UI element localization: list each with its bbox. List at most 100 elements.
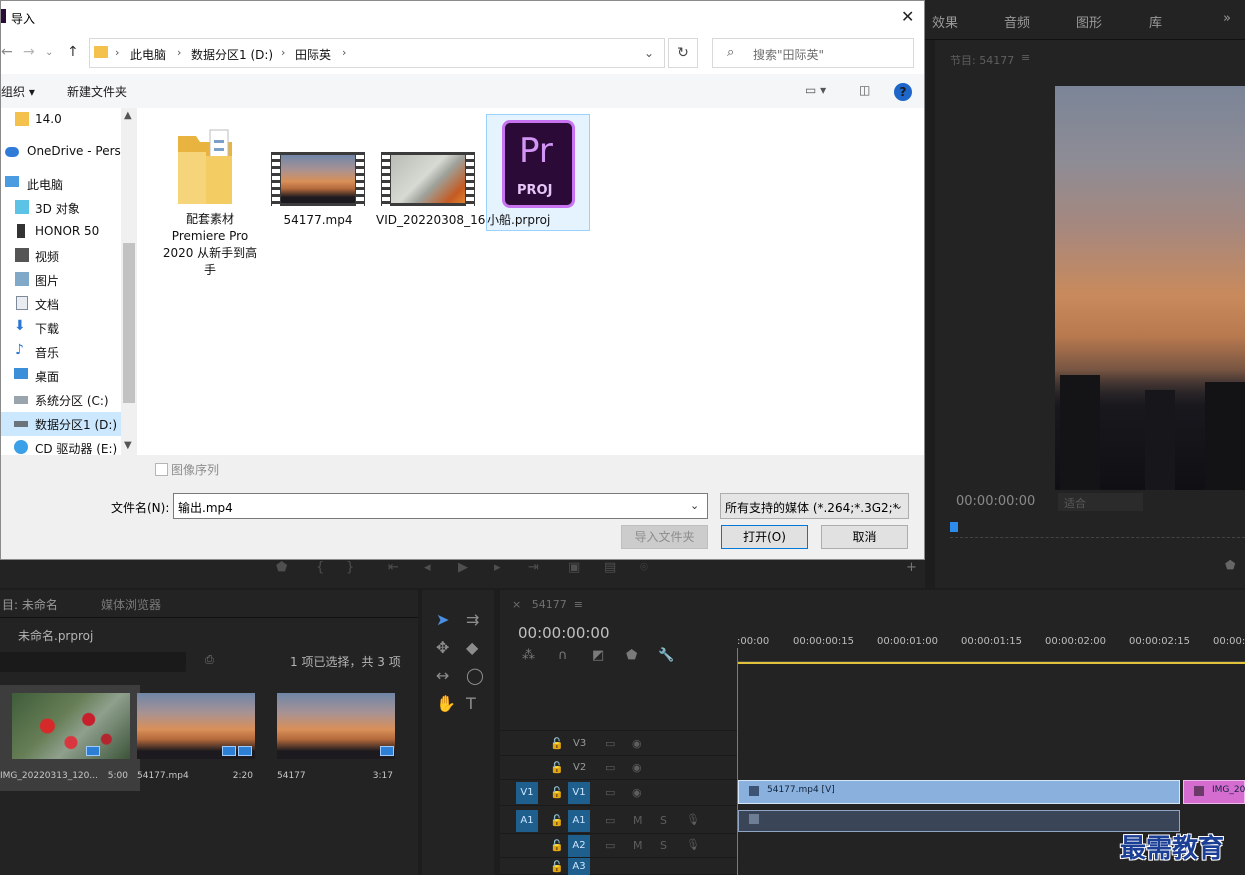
- track-target-a1[interactable]: A1: [568, 810, 590, 832]
- timeline-playhead[interactable]: [737, 648, 738, 875]
- program-timecode[interactable]: 00:00:00:00: [956, 494, 1035, 509]
- eye-icon[interactable]: ◉: [632, 737, 642, 750]
- tab-project[interactable]: 目: 未命名: [2, 596, 58, 613]
- go-to-in-icon[interactable]: ⇤: [388, 560, 399, 575]
- sync-lock-icon[interactable]: ▭: [605, 737, 615, 750]
- marker-icon[interactable]: ⬟: [276, 560, 287, 575]
- lock-icon[interactable]: 🔓: [550, 839, 564, 852]
- work-area-bar[interactable]: [737, 662, 1245, 664]
- refresh-button[interactable]: ↻: [668, 38, 698, 68]
- marker-icon[interactable]: ⬟: [1225, 558, 1235, 572]
- tab-graphics[interactable]: 图形: [1076, 12, 1102, 31]
- pen-icon[interactable]: ◯: [466, 666, 484, 685]
- project-item[interactable]: IMG_20220313_120... 5:00: [0, 685, 140, 791]
- hand-icon[interactable]: ✋: [436, 694, 456, 713]
- track-target-a2[interactable]: A2: [568, 835, 590, 857]
- panel-menu-icon[interactable]: ≡: [1021, 51, 1030, 64]
- file-item-folder[interactable]: 配套素材 Premiere Pro 2020 从新手到高手: [158, 108, 262, 278]
- lock-icon[interactable]: 🔓: [550, 761, 564, 774]
- image-sequence-checkbox[interactable]: [155, 463, 168, 476]
- chevron-down-icon[interactable]: ⌄: [644, 46, 654, 60]
- new-bin-icon[interactable]: ⎙: [205, 653, 214, 667]
- tab-libraries[interactable]: 库: [1149, 12, 1162, 31]
- tab-media-browser[interactable]: 媒体浏览器: [101, 596, 161, 613]
- source-patch-v1[interactable]: V1: [516, 782, 538, 804]
- mute-button[interactable]: M: [633, 814, 643, 827]
- nav-item-downloads[interactable]: ⬇ 下载: [1, 316, 121, 340]
- scroll-down-icon[interactable]: ▼: [124, 440, 132, 451]
- insert-icon[interactable]: ▣: [568, 560, 580, 575]
- nav-item-this-pc[interactable]: 此电脑: [1, 172, 121, 196]
- forward-arrow-icon[interactable]: →: [23, 44, 35, 60]
- close-icon[interactable]: ×: [512, 598, 521, 611]
- scrollbar-thumb[interactable]: [123, 243, 135, 403]
- lock-icon[interactable]: 🔓: [550, 737, 564, 750]
- program-scrub-ruler[interactable]: [950, 526, 1245, 538]
- file-item-video[interactable]: VID_20220308_162915.mp4: [376, 108, 547, 238]
- lock-icon[interactable]: 🔓: [550, 814, 564, 827]
- track-target-a3[interactable]: A3: [568, 858, 590, 875]
- sync-lock-icon[interactable]: ▭: [605, 761, 615, 774]
- sync-lock-icon[interactable]: ▭: [605, 786, 615, 799]
- timeline-timecode[interactable]: 00:00:00:00: [518, 624, 610, 642]
- help-icon[interactable]: ?: [894, 83, 912, 101]
- magnet-icon[interactable]: ∩: [558, 648, 568, 663]
- nav-item-drive-c[interactable]: 系统分区 (C:): [1, 388, 121, 412]
- file-item-prproj[interactable]: Pr PROJ 小船.prproj: [486, 114, 590, 231]
- program-fit-select[interactable]: 适合: [1058, 493, 1143, 511]
- filename-input[interactable]: 输出.mp4: [173, 493, 708, 519]
- go-to-out-icon[interactable]: ⇥: [528, 560, 539, 575]
- lock-icon[interactable]: 🔓: [550, 786, 564, 799]
- program-playhead[interactable]: [950, 522, 958, 532]
- type-tool-icon[interactable]: T: [466, 694, 476, 713]
- eye-icon[interactable]: ◉: [632, 786, 642, 799]
- open-button[interactable]: 打开(O): [721, 525, 808, 549]
- mark-out-icon[interactable]: }: [346, 560, 354, 575]
- nav-scrollbar[interactable]: ▲ ▼: [121, 108, 137, 455]
- chevron-right-icon[interactable]: ›: [177, 46, 181, 59]
- step-back-icon[interactable]: ◂: [424, 560, 431, 575]
- add-button-icon[interactable]: +: [906, 560, 917, 575]
- cancel-button[interactable]: 取消: [821, 525, 908, 549]
- back-arrow-icon[interactable]: ←: [1, 44, 13, 60]
- solo-button[interactable]: S: [660, 814, 667, 827]
- snap-icon[interactable]: ⁂: [522, 648, 535, 663]
- chevron-down-icon[interactable]: ⌄: [894, 499, 903, 512]
- audio-clip[interactable]: [738, 810, 1180, 832]
- more-chevron-icon[interactable]: »: [1223, 11, 1231, 26]
- timeline-ruler[interactable]: :00:00 00:00:00:15 00:00:01:00 00:00:01:…: [737, 630, 1245, 662]
- organize-menu[interactable]: 组织 ▾: [1, 83, 35, 100]
- nav-item-3d-objects[interactable]: 3D 对象: [1, 196, 121, 220]
- breadcrumb-drive-d[interactable]: 数据分区1 (D:): [191, 46, 273, 63]
- nav-item-music[interactable]: ♪ 音乐: [1, 340, 121, 364]
- preview-pane-icon[interactable]: ◫: [859, 83, 870, 97]
- breadcrumb-folder[interactable]: 田际英: [295, 46, 331, 63]
- mute-button[interactable]: M: [633, 839, 643, 852]
- nav-item-documents[interactable]: 文档: [1, 292, 121, 316]
- track-select-icon[interactable]: ⇉: [466, 610, 479, 629]
- search-input[interactable]: ⌕ 搜索"田际英": [712, 38, 914, 68]
- selection-tool-icon[interactable]: ➤: [436, 610, 449, 629]
- chevron-right-icon[interactable]: ›: [281, 46, 285, 59]
- project-item[interactable]: 54177 3:17: [265, 685, 405, 791]
- nav-item-honor[interactable]: HONOR 50: [1, 220, 121, 244]
- microphone-icon[interactable]: 🎙: [686, 838, 700, 851]
- new-folder-button[interactable]: 新建文件夹: [67, 83, 127, 100]
- slip-icon[interactable]: ↔: [436, 666, 449, 685]
- file-item-video[interactable]: 54177.mp4: [266, 108, 370, 227]
- import-folder-button[interactable]: 导入文件夹: [621, 525, 708, 549]
- chevron-right-icon[interactable]: ›: [342, 46, 346, 59]
- view-icon[interactable]: ▭ ▾: [805, 83, 826, 97]
- tab-audio[interactable]: 音频: [1004, 12, 1030, 31]
- nav-item-videos[interactable]: 视频: [1, 244, 121, 268]
- filetype-select[interactable]: 所有支持的媒体 (*.264;*.3G2;*: [720, 493, 909, 519]
- marker-icon[interactable]: ⬟: [626, 648, 637, 663]
- scroll-up-icon[interactable]: ▲: [124, 110, 132, 121]
- sync-lock-icon[interactable]: ▭: [605, 814, 615, 827]
- mark-in-icon[interactable]: {: [316, 560, 324, 575]
- chevron-right-icon[interactable]: ›: [115, 46, 119, 59]
- sync-lock-icon[interactable]: ▭: [605, 839, 615, 852]
- up-arrow-icon[interactable]: ↑: [67, 44, 79, 60]
- step-forward-icon[interactable]: ▸: [494, 560, 501, 575]
- nav-item-desktop[interactable]: 桌面: [1, 364, 121, 388]
